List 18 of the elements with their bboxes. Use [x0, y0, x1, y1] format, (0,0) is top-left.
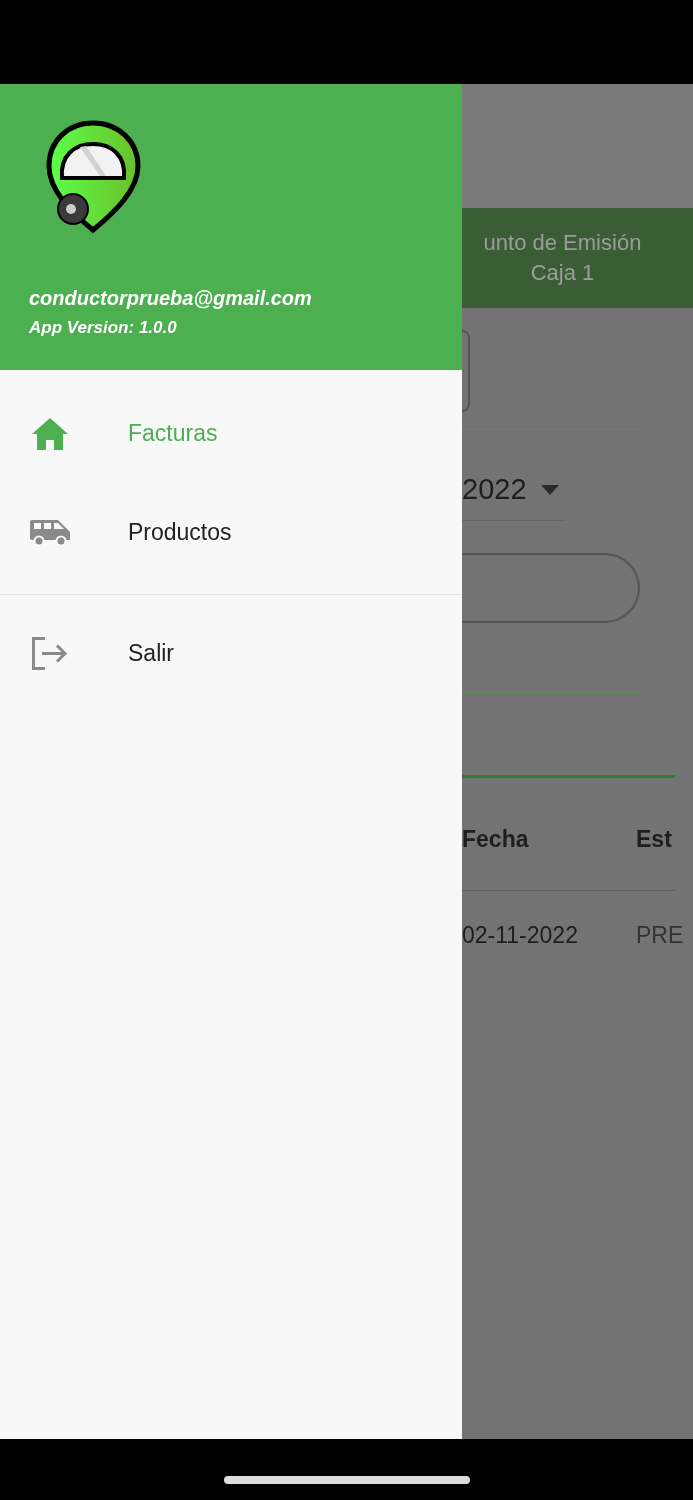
banner-text: Caja 1 — [529, 259, 596, 287]
table-cell-text: PRE — [636, 921, 685, 950]
home-icon — [32, 417, 68, 450]
user-email: conductorprueba@gmail.com — [29, 286, 313, 310]
outlined-button[interactable] — [462, 552, 640, 623]
app-version: App Version: 1.0.0 — [29, 317, 178, 339]
column-header: Est — [636, 824, 673, 854]
table-cell-text: 02-11-2022 — [462, 921, 579, 950]
drawer-item[interactable]: Productos — [0, 483, 462, 582]
van-icon — [30, 519, 70, 546]
drawer-item[interactable]: Salir — [0, 604, 462, 703]
logout-icon — [32, 637, 68, 670]
dropdown[interactable]: 2022 — [462, 468, 565, 521]
column-header: Fecha — [462, 824, 530, 854]
input-field[interactable] — [462, 330, 470, 412]
home-indicator[interactable] — [223, 1476, 470, 1484]
banner-text: unto de Emisión — [482, 229, 643, 257]
caret-icon — [540, 484, 559, 495]
